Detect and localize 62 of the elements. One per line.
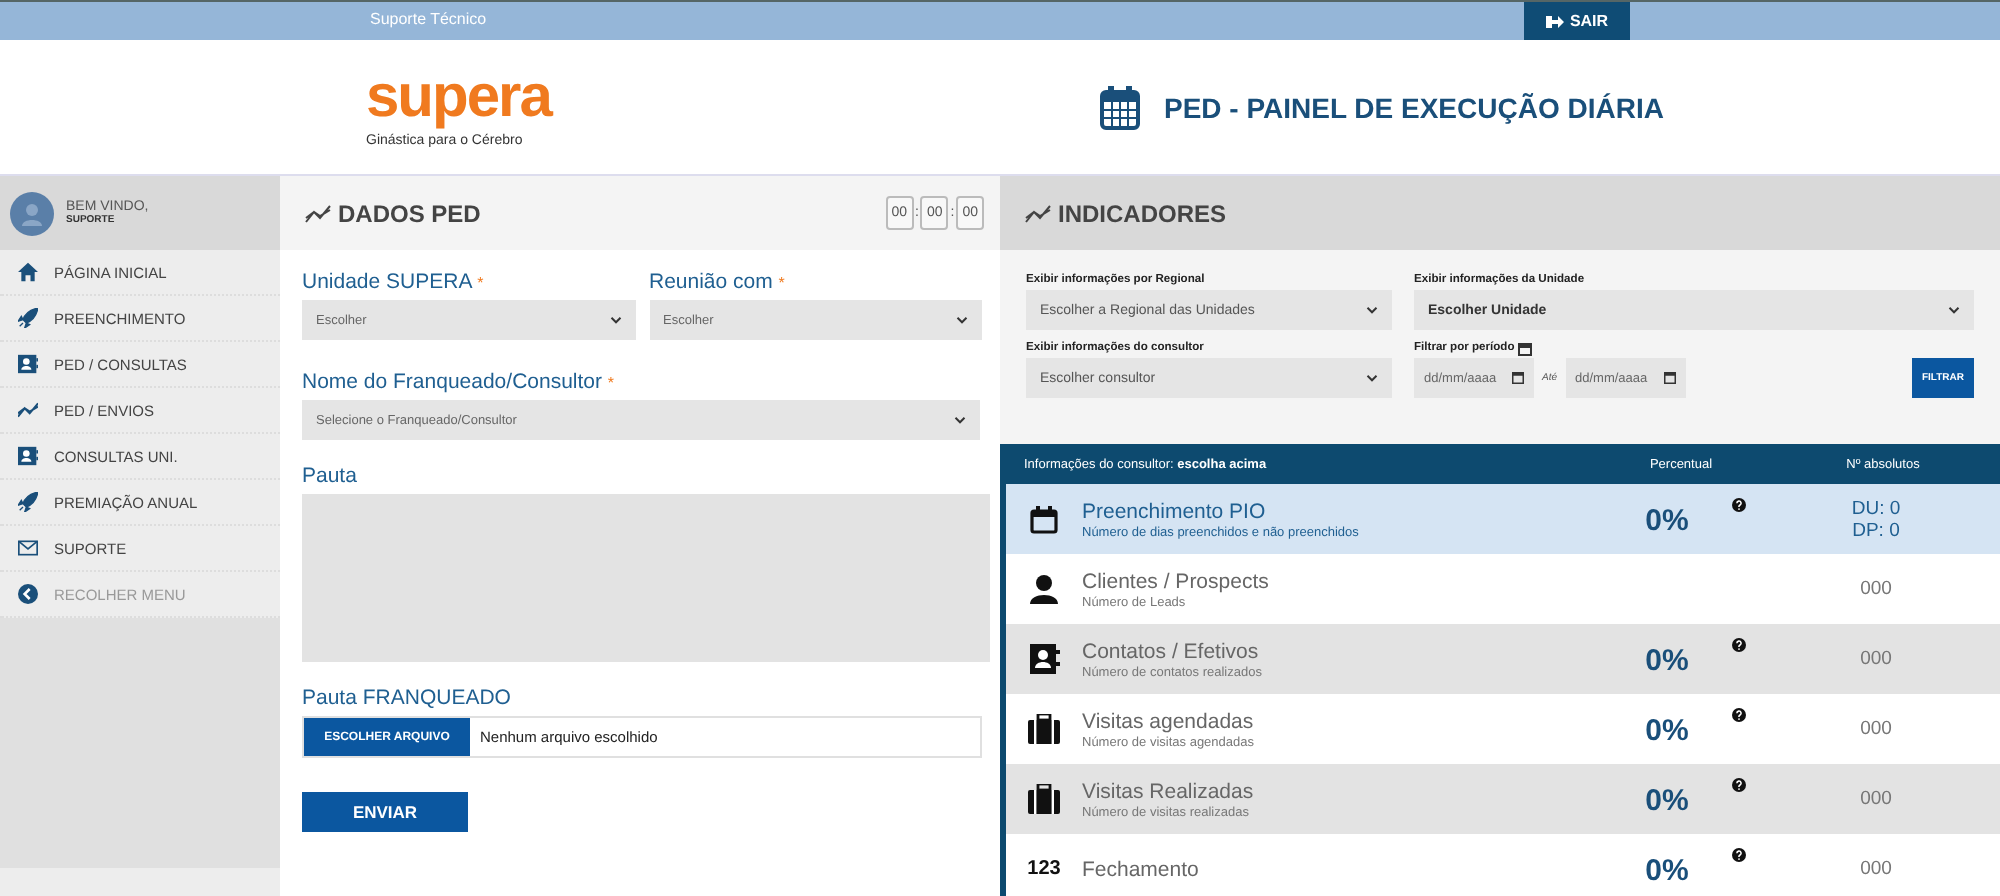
logout-button[interactable]: SAIR: [1524, 2, 1630, 40]
support-label: Suporte Técnico: [370, 10, 487, 28]
submit-button[interactable]: ENVIAR: [302, 792, 468, 832]
trend-icon: [18, 400, 38, 420]
help-icon[interactable]: [1732, 498, 1746, 512]
briefcase-icon: [1028, 714, 1060, 744]
chevron-down-icon: [956, 316, 968, 324]
calendar-icon: [1518, 342, 1533, 356]
page-title: PED - PAINEL DE EXECUÇÃO DIÁRIA: [1164, 91, 1664, 123]
number-icon: 123: [1027, 858, 1061, 880]
trend-icon: [304, 203, 332, 223]
logo-wordmark: supera: [366, 67, 551, 127]
absolute-value: 000: [1860, 718, 1892, 740]
envelope-icon: [18, 538, 38, 558]
chevron-down-icon: [609, 316, 621, 324]
calendar-icon: [1100, 85, 1140, 129]
person-icon: [1030, 574, 1058, 604]
absolute-value: DP: 0: [1852, 519, 1900, 541]
help-icon[interactable]: [1732, 848, 1746, 862]
field-label: Pauta FRANQUEADO: [302, 686, 511, 710]
contact-card-icon: [18, 354, 38, 374]
indicator-title: Visitas agendadas: [1082, 709, 1256, 733]
absolute-value: 000: [1860, 858, 1892, 880]
absolute-value: DU: 0: [1851, 497, 1901, 519]
rocket-icon: [18, 308, 38, 328]
absolute-value: 000: [1860, 788, 1892, 810]
calendar-icon: [1030, 505, 1058, 533]
chevron-down-icon: [1366, 306, 1378, 314]
field-label: Nome do Franqueado/Consultor *: [302, 370, 615, 394]
trend-icon: [1024, 203, 1052, 223]
section-title: DADOS PED: [338, 199, 481, 227]
field-label: Pauta: [302, 464, 357, 488]
contact-card-icon: [1029, 644, 1059, 674]
logout-icon: [1545, 13, 1564, 29]
briefcase-icon: [1028, 784, 1060, 814]
indicator-title: Preenchimento PIO: [1082, 499, 1268, 523]
home-icon: [18, 262, 38, 282]
chevron-down-icon: [1366, 374, 1378, 382]
field-label: Unidade SUPERA *: [302, 270, 484, 294]
help-icon[interactable]: [1732, 708, 1746, 722]
chevron-down-icon: [1948, 306, 1960, 314]
indicator-title: Clientes / Prospects: [1082, 569, 1271, 593]
absolute-value: 000: [1860, 578, 1892, 600]
percent-value: 0%: [1645, 784, 1689, 818]
chevron-down-icon: [954, 416, 966, 424]
absolute-value: 000: [1860, 648, 1892, 670]
percent-value: 0%: [1645, 714, 1689, 748]
contact-card-icon: [18, 446, 38, 466]
percent-value: 0%: [1645, 504, 1689, 538]
indicator-title: Visitas Realizadas: [1082, 779, 1256, 803]
calendar-icon: [1663, 372, 1676, 384]
calendar-icon: [1512, 372, 1524, 384]
percent-value: 0%: [1645, 854, 1689, 888]
percent-value: 0%: [1645, 644, 1689, 678]
avatar-icon: [10, 191, 54, 235]
indicator-title: Fechamento: [1082, 857, 1201, 881]
rocket-icon: [18, 492, 38, 512]
section-title: INDICADORES: [1058, 199, 1227, 227]
field-label: Reunião com *: [649, 270, 785, 294]
help-icon[interactable]: [1732, 778, 1746, 792]
indicator-title: Contatos / Efetivos: [1082, 639, 1261, 663]
help-icon[interactable]: [1732, 638, 1746, 652]
